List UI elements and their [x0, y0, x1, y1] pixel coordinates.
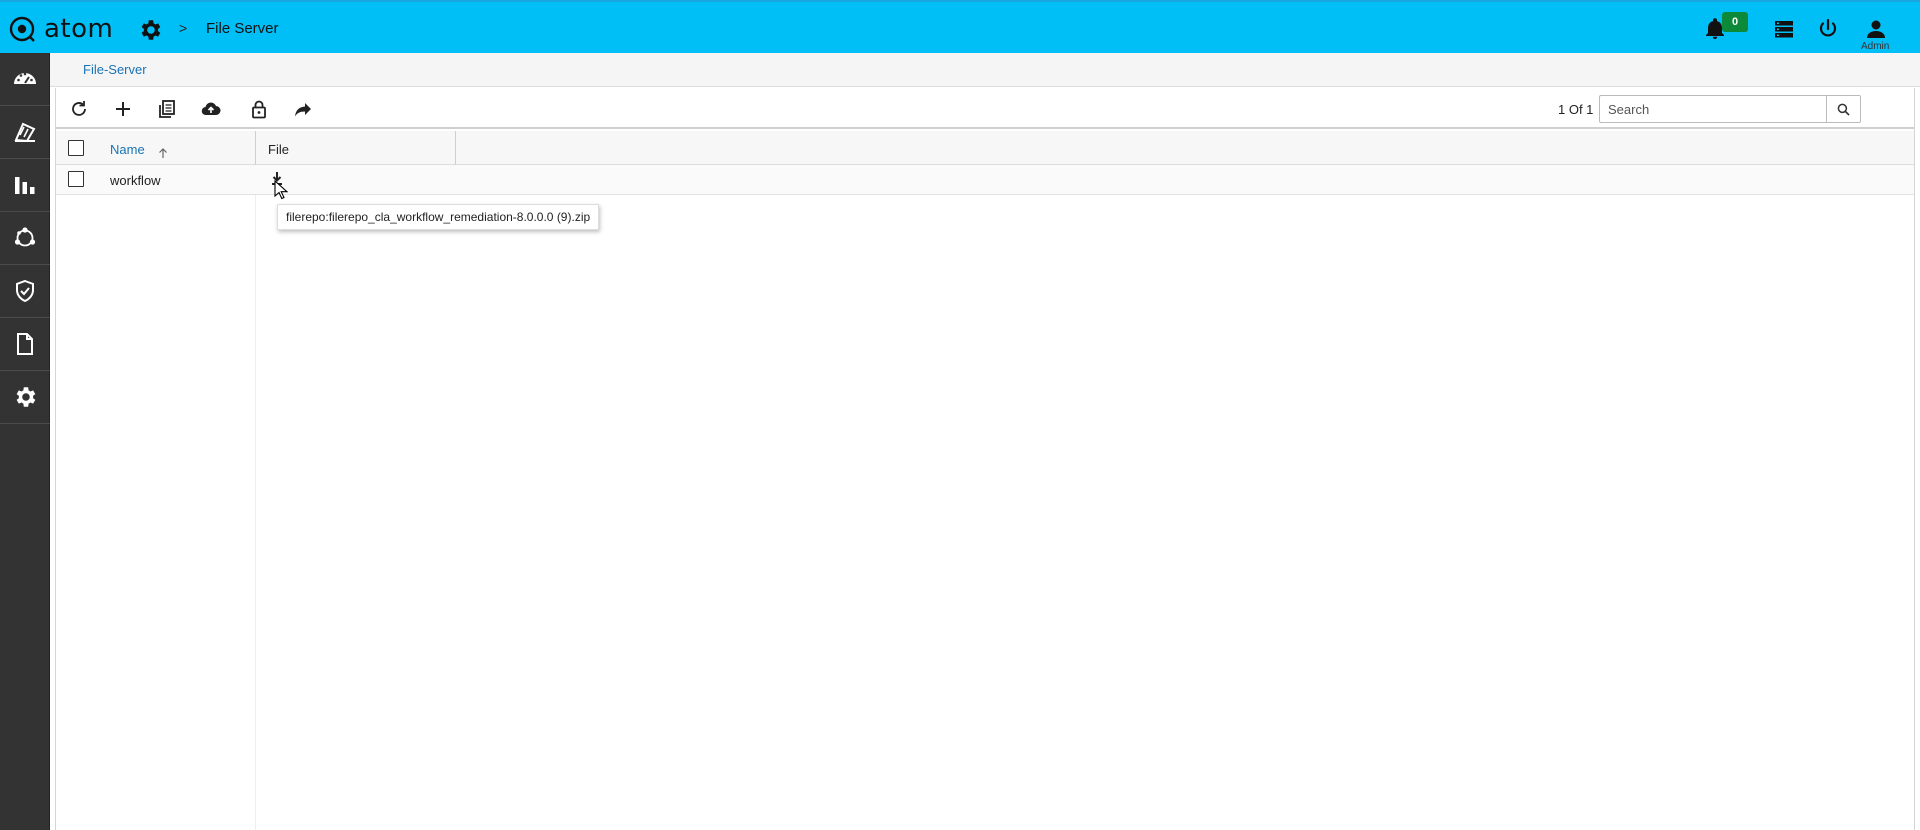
file-tooltip: filerepo:filerepo_cla_workflow_remediati…	[277, 204, 600, 230]
top-bar: atom > File Server 0 Admin	[0, 0, 1920, 53]
network-topology-icon	[14, 227, 36, 247]
power-icon[interactable]	[1816, 17, 1840, 41]
column-header-file: File	[268, 142, 289, 157]
refresh-button[interactable]	[68, 98, 90, 120]
search-icon	[1837, 103, 1850, 116]
server-list-icon[interactable]	[1772, 17, 1796, 41]
pagination-info: 1 Of 1	[1558, 102, 1594, 117]
sidebar-item-topology[interactable]	[0, 212, 50, 265]
breadcrumb-chevron-icon: >	[179, 20, 188, 36]
column-divider-line	[255, 195, 256, 830]
atom-logo-icon	[9, 16, 35, 42]
cloud-upload-icon	[201, 102, 221, 116]
settings-gear-icon	[16, 387, 36, 407]
search-box	[1599, 95, 1861, 123]
sidebar-item-reports[interactable]	[0, 159, 50, 212]
copy-button[interactable]	[156, 98, 178, 120]
lock-button[interactable]	[248, 98, 270, 120]
sidebar-item-compliance[interactable]	[0, 265, 50, 318]
share-forward-icon	[295, 103, 311, 117]
table-row[interactable]: workflow	[56, 165, 1914, 195]
column-header-name[interactable]: Name	[110, 142, 145, 157]
mouse-pointer-icon	[274, 180, 288, 200]
user-role-label: Admin	[1861, 41, 1890, 52]
toolbar: 1 Of 1	[56, 88, 1914, 129]
sub-header: File-Server	[50, 53, 1920, 87]
dashboard-gauge-icon	[14, 72, 36, 84]
sidebar-item-devices[interactable]	[0, 106, 50, 159]
bar-chart-icon	[15, 177, 35, 194]
devices-icon	[14, 122, 36, 143]
copy-icon	[159, 100, 175, 118]
shield-check-icon	[16, 279, 34, 303]
search-button[interactable]	[1826, 96, 1860, 122]
sidebar-item-settings[interactable]	[0, 371, 50, 424]
upload-button[interactable]	[200, 98, 222, 120]
file-server-panel: 1 Of 1 Name File workflow	[55, 88, 1915, 830]
atom-logo[interactable]: atom	[8, 15, 113, 43]
settings-gear-icon[interactable]	[137, 17, 163, 43]
brand-name: atom	[44, 14, 114, 44]
sidebar	[0, 53, 50, 830]
lock-icon	[252, 100, 266, 119]
sidebar-item-dashboard[interactable]	[0, 53, 50, 106]
select-all-checkbox[interactable]	[68, 140, 84, 156]
document-icon	[17, 333, 33, 355]
user-account-icon[interactable]	[1864, 17, 1888, 41]
row-name-cell: workflow	[110, 173, 161, 188]
sidebar-item-documents[interactable]	[0, 318, 50, 371]
column-separator[interactable]	[255, 131, 256, 165]
row-checkbox[interactable]	[68, 171, 84, 187]
add-button[interactable]	[112, 98, 134, 120]
tab-file-server[interactable]: File-Server	[83, 62, 147, 77]
column-separator[interactable]	[455, 131, 456, 165]
grid-header: Name File	[56, 131, 1914, 165]
sort-ascending-icon[interactable]	[157, 147, 169, 159]
refresh-icon	[72, 101, 86, 116]
page-title: File Server	[206, 20, 279, 37]
notification-count-badge: 0	[1722, 12, 1748, 32]
search-input[interactable]	[1600, 96, 1826, 122]
add-icon	[116, 102, 130, 116]
share-button[interactable]	[292, 98, 314, 120]
